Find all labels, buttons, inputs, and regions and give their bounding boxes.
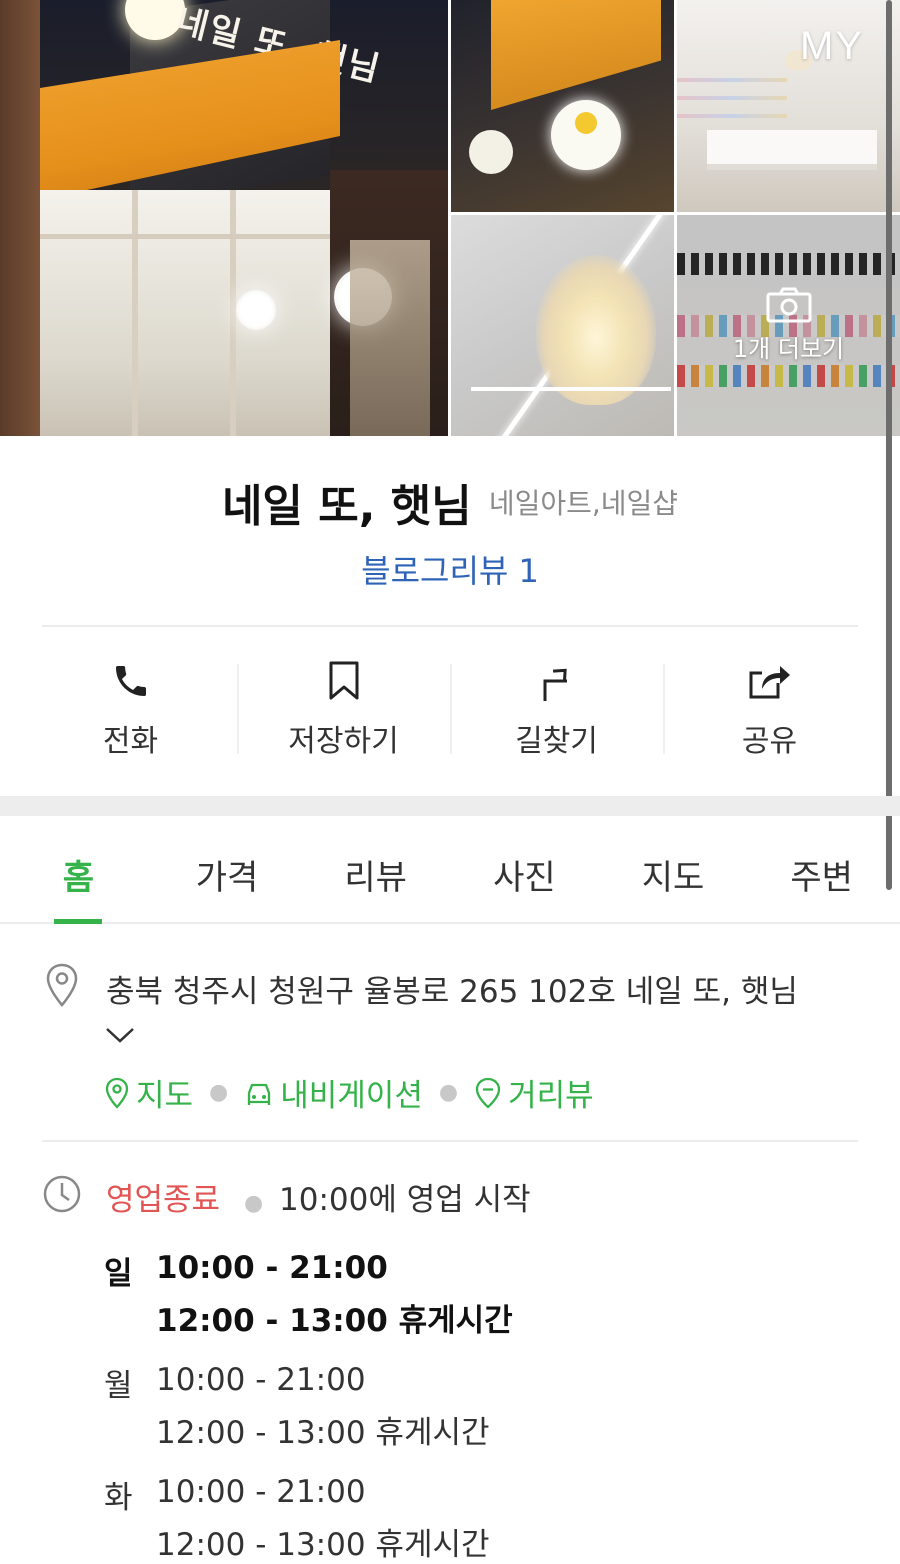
hours-row-sunday: 일 10:00 - 21:00 12:00 - 13:00 휴게시간 (104, 1248, 513, 1354)
business-status[interactable]: 영업종료 ● 10:00에 영업 시작 (106, 1174, 531, 1219)
chandelier (536, 255, 656, 405)
more-photos-button[interactable]: 1개 더보기 (677, 215, 900, 436)
photo-interior[interactable] (677, 0, 900, 212)
map-link-label: 지도 (136, 1078, 194, 1114)
navigation-link-label: 내비게이션 (280, 1078, 423, 1114)
my-button[interactable]: MY (800, 24, 864, 69)
tab-bar: 홈 가격 리뷰 사진 지도 주변 (0, 818, 900, 924)
storefront-window (40, 190, 340, 436)
day-break: 12:00 - 13:00 휴게시간 (156, 1527, 490, 1563)
tab-photo[interactable]: 사진 (450, 818, 599, 922)
directions-button[interactable]: 길찾기 (450, 650, 663, 770)
status-badge: 영업종료 (106, 1182, 221, 1218)
photo-storefront[interactable]: 네일 또, 햇님 (0, 0, 448, 436)
separator-dot: ● (438, 1080, 459, 1105)
action-bar: 전화 저장하기 길찾기 공유 (24, 650, 876, 770)
photo-gallery: 네일 또, 햇님 MY 1개 더보기 (0, 0, 900, 436)
call-button[interactable]: 전화 (24, 650, 237, 770)
share-button[interactable]: 공유 (663, 650, 876, 770)
map-link[interactable]: 지도 (104, 1070, 193, 1115)
status-description: 10:00에 영업 시작 (279, 1182, 531, 1218)
navigation-link[interactable]: 내비게이션 (244, 1070, 423, 1115)
phone-icon (115, 666, 146, 696)
separator-dot: ● (243, 1191, 264, 1216)
more-photos-label: 1개 더보기 (732, 335, 845, 363)
save-button[interactable]: 저장하기 (237, 650, 450, 770)
hours-row-tuesday: 화 10:00 - 21:00 12:00 - 13:00 휴게시간 (104, 1472, 513, 1564)
tab-price[interactable]: 가격 (153, 818, 302, 922)
hours-row-monday: 월 10:00 - 21:00 12:00 - 13:00 휴게시간 (104, 1360, 513, 1466)
location-pin-icon (46, 963, 78, 1007)
place-name: 네일 또, 햇님 (221, 481, 472, 532)
bookmark-icon (329, 661, 358, 700)
awning (491, 0, 661, 110)
place-category: 네일아트,네일샵 (488, 487, 679, 520)
separator-dot: ● (209, 1080, 229, 1105)
street-view-icon (475, 1077, 501, 1109)
day-break: 12:00 - 13:00 휴게시간 (156, 1303, 513, 1339)
clock-icon (43, 1175, 81, 1213)
opening-hours: 일 10:00 - 21:00 12:00 - 13:00 휴게시간 월 10:… (104, 1248, 513, 1564)
nail-desk (707, 130, 877, 170)
photo-sign-closeup[interactable] (451, 0, 674, 212)
day-name: 화 (104, 1480, 133, 1516)
day-hours: 10:00 - 21:00 (156, 1250, 388, 1286)
round-sign (551, 100, 621, 170)
divider (42, 625, 858, 627)
save-label: 저장하기 (288, 724, 399, 759)
address-links: 지도 ● 내비게이션 ● 거리뷰 (104, 1070, 594, 1115)
divider (42, 1140, 858, 1142)
address-text: 충북 청주시 청원구 율봉로 265 102호 네일 또, 햇님 (106, 974, 798, 1010)
camera-icon (766, 287, 811, 323)
chevron-down-icon[interactable] (104, 1024, 136, 1046)
round-sign-small (469, 130, 513, 174)
tab-review[interactable]: 리뷰 (301, 818, 450, 922)
scrollbar[interactable] (886, 0, 892, 890)
tab-map[interactable]: 지도 (599, 818, 748, 922)
wall-left (0, 0, 40, 436)
blog-review-link[interactable]: 블로그리뷰 1 (0, 546, 900, 592)
share-label: 공유 (741, 724, 798, 759)
share-icon (749, 666, 790, 699)
day-hours: 10:00 - 21:00 (156, 1474, 366, 1510)
street-view-link-label: 거리뷰 (508, 1078, 594, 1114)
day-hours: 10:00 - 21:00 (156, 1362, 366, 1398)
entrance-door (350, 240, 430, 436)
photo-chandelier[interactable] (451, 215, 674, 436)
directions-label: 길찾기 (515, 724, 598, 759)
place-title: 네일 또, 햇님 네일아트,네일샵 (0, 470, 900, 534)
car-icon (248, 1083, 271, 1105)
day-name: 월 (104, 1368, 133, 1404)
light-beam (471, 387, 671, 391)
tab-nearby[interactable]: 주변 (747, 818, 896, 922)
sun-logo (575, 112, 597, 134)
directions-icon (543, 668, 567, 701)
window-lamp (236, 290, 276, 330)
call-label: 전화 (102, 724, 159, 759)
tab-home[interactable]: 홈 (4, 818, 153, 924)
day-name: 일 (104, 1256, 133, 1292)
street-view-link[interactable]: 거리뷰 (474, 1070, 594, 1115)
map-pin-icon (105, 1077, 129, 1109)
day-break: 12:00 - 13:00 휴게시간 (156, 1415, 490, 1451)
section-separator (0, 796, 900, 816)
